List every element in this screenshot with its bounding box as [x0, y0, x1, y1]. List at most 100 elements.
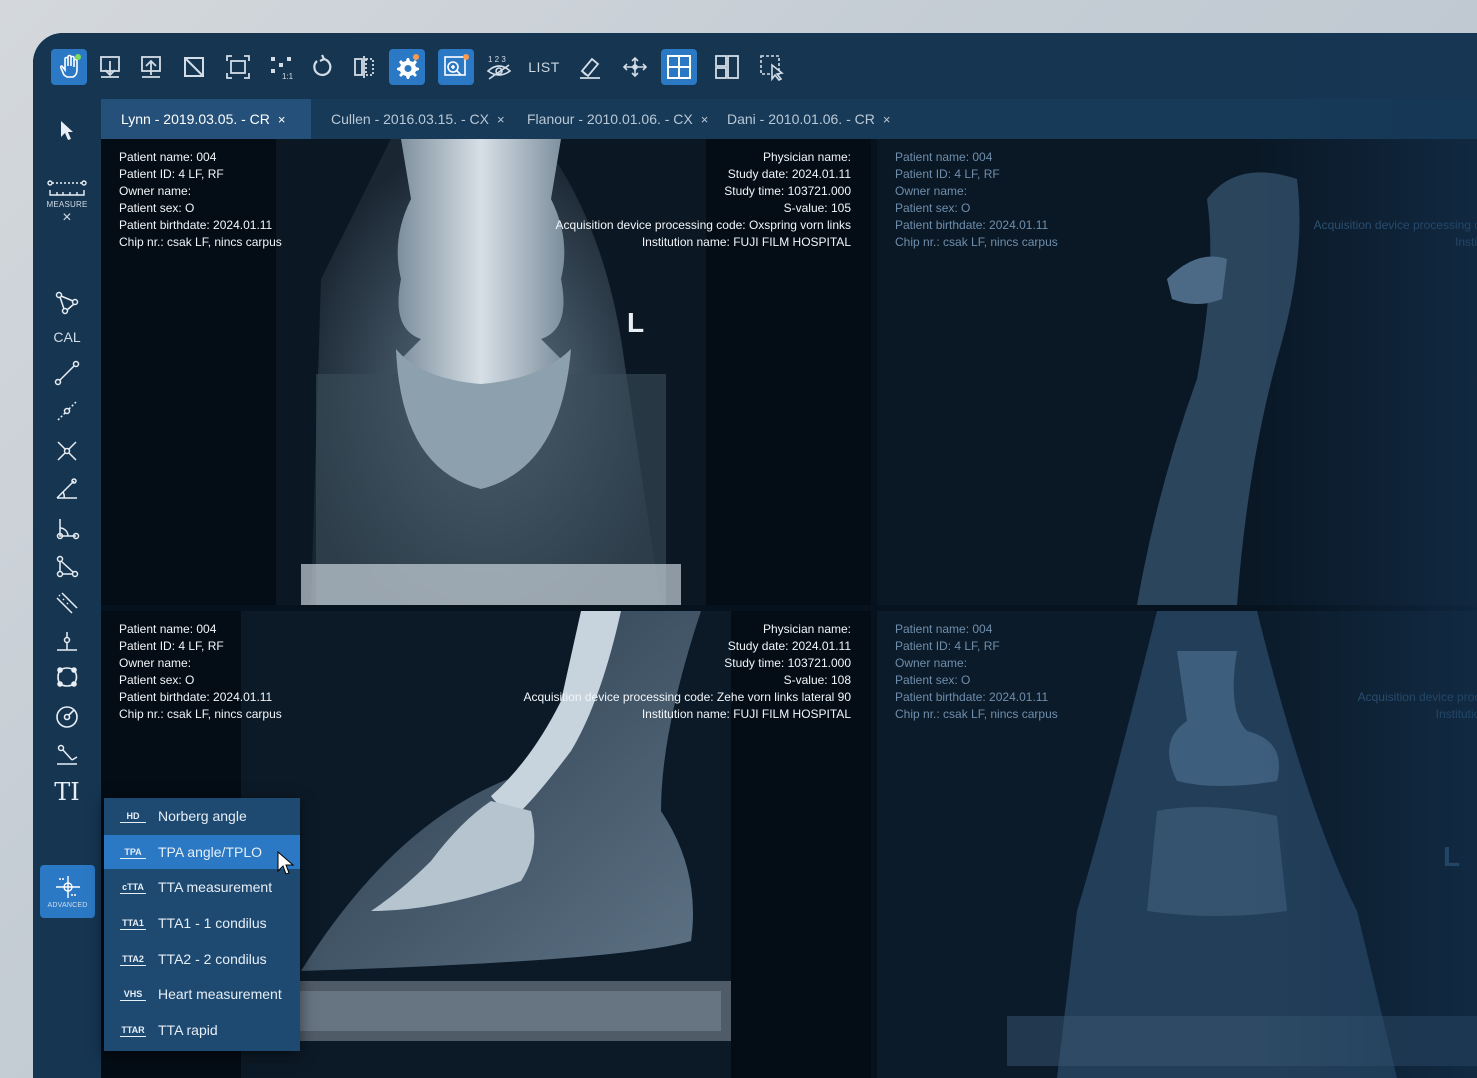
cross-point-icon	[57, 441, 77, 461]
measure-close-icon[interactable]: ×	[62, 209, 72, 227]
svg-text:1 2 3: 1 2 3	[488, 55, 506, 64]
ruler-icon	[47, 179, 87, 196]
line-tool[interactable]	[43, 357, 91, 389]
viewport-bottom-right[interactable]: Patient name: 004 Patient ID: 4 LF, RF Own…	[877, 611, 1477, 1078]
study-info-overlay: Acquisition device proceInstitution	[1357, 690, 1477, 721]
flip-icon[interactable]	[346, 49, 382, 85]
hide-numbers-icon[interactable]: 1 2 3	[481, 49, 517, 85]
grid-layout-icon[interactable]	[661, 49, 697, 85]
calibration-tool[interactable]	[43, 285, 91, 321]
list-label: LIST	[528, 59, 560, 75]
annotation-arrow-icon	[57, 744, 78, 765]
tab-cullen[interactable]: Cullen - 2016.03.15. - CX ×	[311, 99, 519, 139]
mouse-cursor-icon	[277, 851, 295, 875]
tab-dani[interactable]: Dani - 2010.01.06. - CR ×	[707, 99, 907, 139]
arrow-annotation-tool[interactable]	[43, 739, 91, 771]
ttar-icon: TTAR	[120, 1024, 146, 1037]
parallel-lines-tool[interactable]	[43, 587, 91, 619]
hd-icon: HD	[120, 810, 146, 823]
menu-item-label: TTA1 - 1 condilus	[158, 915, 267, 931]
cobb-angle-tool[interactable]	[43, 513, 91, 545]
circle-tool[interactable]	[43, 701, 91, 733]
fit-to-screen-icon[interactable]	[220, 49, 256, 85]
cobb-angle-icon	[56, 519, 80, 540]
tpa-icon: TPA	[120, 846, 146, 859]
tab-close-icon[interactable]: ×	[278, 112, 286, 127]
zoom-series-icon[interactable]	[438, 49, 474, 85]
study-info-overlay: Physician name: Study date: 2024.01.11 Stu…	[523, 622, 851, 721]
tab-label: Cullen - 2016.03.15. - CX	[331, 111, 489, 127]
menu-item-norberg-angle[interactable]: HD Norberg angle	[104, 799, 300, 833]
measure-tool[interactable]: MEASURE ×	[43, 173, 91, 233]
freehand-area-icon	[57, 667, 78, 687]
main-toolbar: 1:1 1 2 3 LIST	[33, 33, 1477, 99]
study-info-overlay: Physician name: Study date: 2024.01.11 Stu…	[555, 150, 851, 249]
menu-item-tta2[interactable]: TTA2 TTA2 - 2 condilus	[104, 942, 300, 976]
export-series-icon[interactable]	[133, 49, 169, 85]
triangle-angle-tool[interactable]	[43, 551, 91, 583]
menu-item-tta-measurement[interactable]: cTTA TTA measurement	[104, 870, 300, 904]
menu-item-tpa-angle[interactable]: TPA TPA angle/TPLO	[104, 835, 300, 869]
move-arrows-icon[interactable]	[617, 49, 653, 85]
viewport-top-right[interactable]: Patient name: 004 Patient ID: 4 LF, RF Own…	[877, 139, 1477, 605]
patient-info-overlay: Patient name: 004 Patient ID: 4 LF, RF Own…	[895, 622, 1058, 721]
tab-flanour[interactable]: Flanour - 2010.01.06. - CX ×	[507, 99, 719, 139]
layout-split-icon[interactable]	[709, 49, 745, 85]
line-segment-icon	[54, 360, 80, 386]
cal-button[interactable]: CAL	[43, 323, 91, 351]
ctta-icon: cTTA	[120, 881, 146, 894]
tab-label: Lynn - 2019.03.05. - CR	[121, 111, 270, 127]
menu-item-tta-rapid[interactable]: TTAR TTA rapid	[104, 1013, 300, 1047]
eraser-icon[interactable]	[572, 49, 608, 85]
advanced-button[interactable]: ADVANCED	[40, 865, 95, 918]
advanced-label: ADVANCED	[47, 902, 88, 909]
patient-info-overlay: Patient name: 004 Patient ID: 4 LF, RF Own…	[895, 150, 1058, 249]
tab-close-icon[interactable]: ×	[883, 112, 891, 127]
dashed-line-icon	[57, 401, 77, 421]
tab-lynn[interactable]: Lynn - 2019.03.05. - CR ×	[101, 99, 311, 139]
text-tool[interactable]: TI	[43, 775, 91, 809]
side-marker: L	[1443, 841, 1461, 872]
menu-item-heart-measurement[interactable]: VHS Heart measurement	[104, 977, 300, 1011]
tool-sidebar: MEASURE × CAL TI ADVANCED	[33, 99, 101, 1078]
actual-size-icon[interactable]: 1:1	[263, 49, 299, 85]
list-view-button[interactable]: LIST	[524, 49, 564, 85]
tab-label: Flanour - 2010.01.06. - CX	[527, 111, 693, 127]
svg-text:1:1: 1:1	[282, 72, 294, 81]
select-region-icon[interactable]	[754, 49, 790, 85]
image-viewer: Patient name: 004 Patient ID: 4 LF, RF Own…	[101, 139, 1477, 1078]
tab-label: Dani - 2010.01.06. - CR	[727, 111, 875, 127]
tab-close-icon[interactable]: ×	[497, 112, 505, 127]
menu-item-tta1[interactable]: TTA1 TTA1 - 1 condilus	[104, 906, 300, 940]
menu-item-label: TTA2 - 2 condilus	[158, 951, 267, 967]
menu-item-label: Heart measurement	[158, 986, 282, 1002]
patient-info-overlay: Patient name: 004 Patient ID: 4 LF, RF Own…	[119, 150, 282, 249]
tta1-icon: TTA1	[120, 917, 146, 930]
angle-tool[interactable]	[43, 473, 91, 505]
perpendicular-icon	[57, 632, 77, 651]
settings-gear-icon[interactable]	[389, 49, 425, 85]
measure-label: MEASURE	[46, 199, 88, 209]
point-line-tool[interactable]	[43, 395, 91, 427]
text-tool-icon: TI	[54, 778, 80, 806]
menu-item-label: TTA rapid	[158, 1022, 218, 1038]
advanced-measure-icon	[55, 876, 80, 898]
crop-icon[interactable]	[176, 49, 212, 85]
arrow-pointer-icon	[61, 121, 73, 140]
import-series-icon[interactable]	[92, 49, 128, 85]
pointer-tool[interactable]	[43, 113, 91, 149]
patient-info-overlay: Patient name: 004 Patient ID: 4 LF, RF Own…	[119, 622, 282, 721]
triangle-angle-icon	[56, 555, 79, 578]
study-tabs: Lynn - 2019.03.05. - CR × Cullen - 2016.…	[101, 99, 1477, 139]
cross-tool[interactable]	[43, 435, 91, 467]
side-marker: L	[627, 307, 645, 338]
study-info-overlay: Acquisition device processing coInstitu	[1313, 218, 1477, 249]
hand-pan-icon[interactable]	[51, 49, 87, 85]
rotate-icon[interactable]	[305, 49, 341, 85]
parallel-lines-icon	[56, 592, 78, 614]
angle-icon	[56, 478, 77, 499]
viewport-top-left[interactable]: Patient name: 004 Patient ID: 4 LF, RF Own…	[101, 139, 871, 605]
vhs-icon: VHS	[120, 988, 146, 1001]
freehand-area-tool[interactable]	[43, 661, 91, 693]
perpendicular-tool[interactable]	[43, 625, 91, 657]
